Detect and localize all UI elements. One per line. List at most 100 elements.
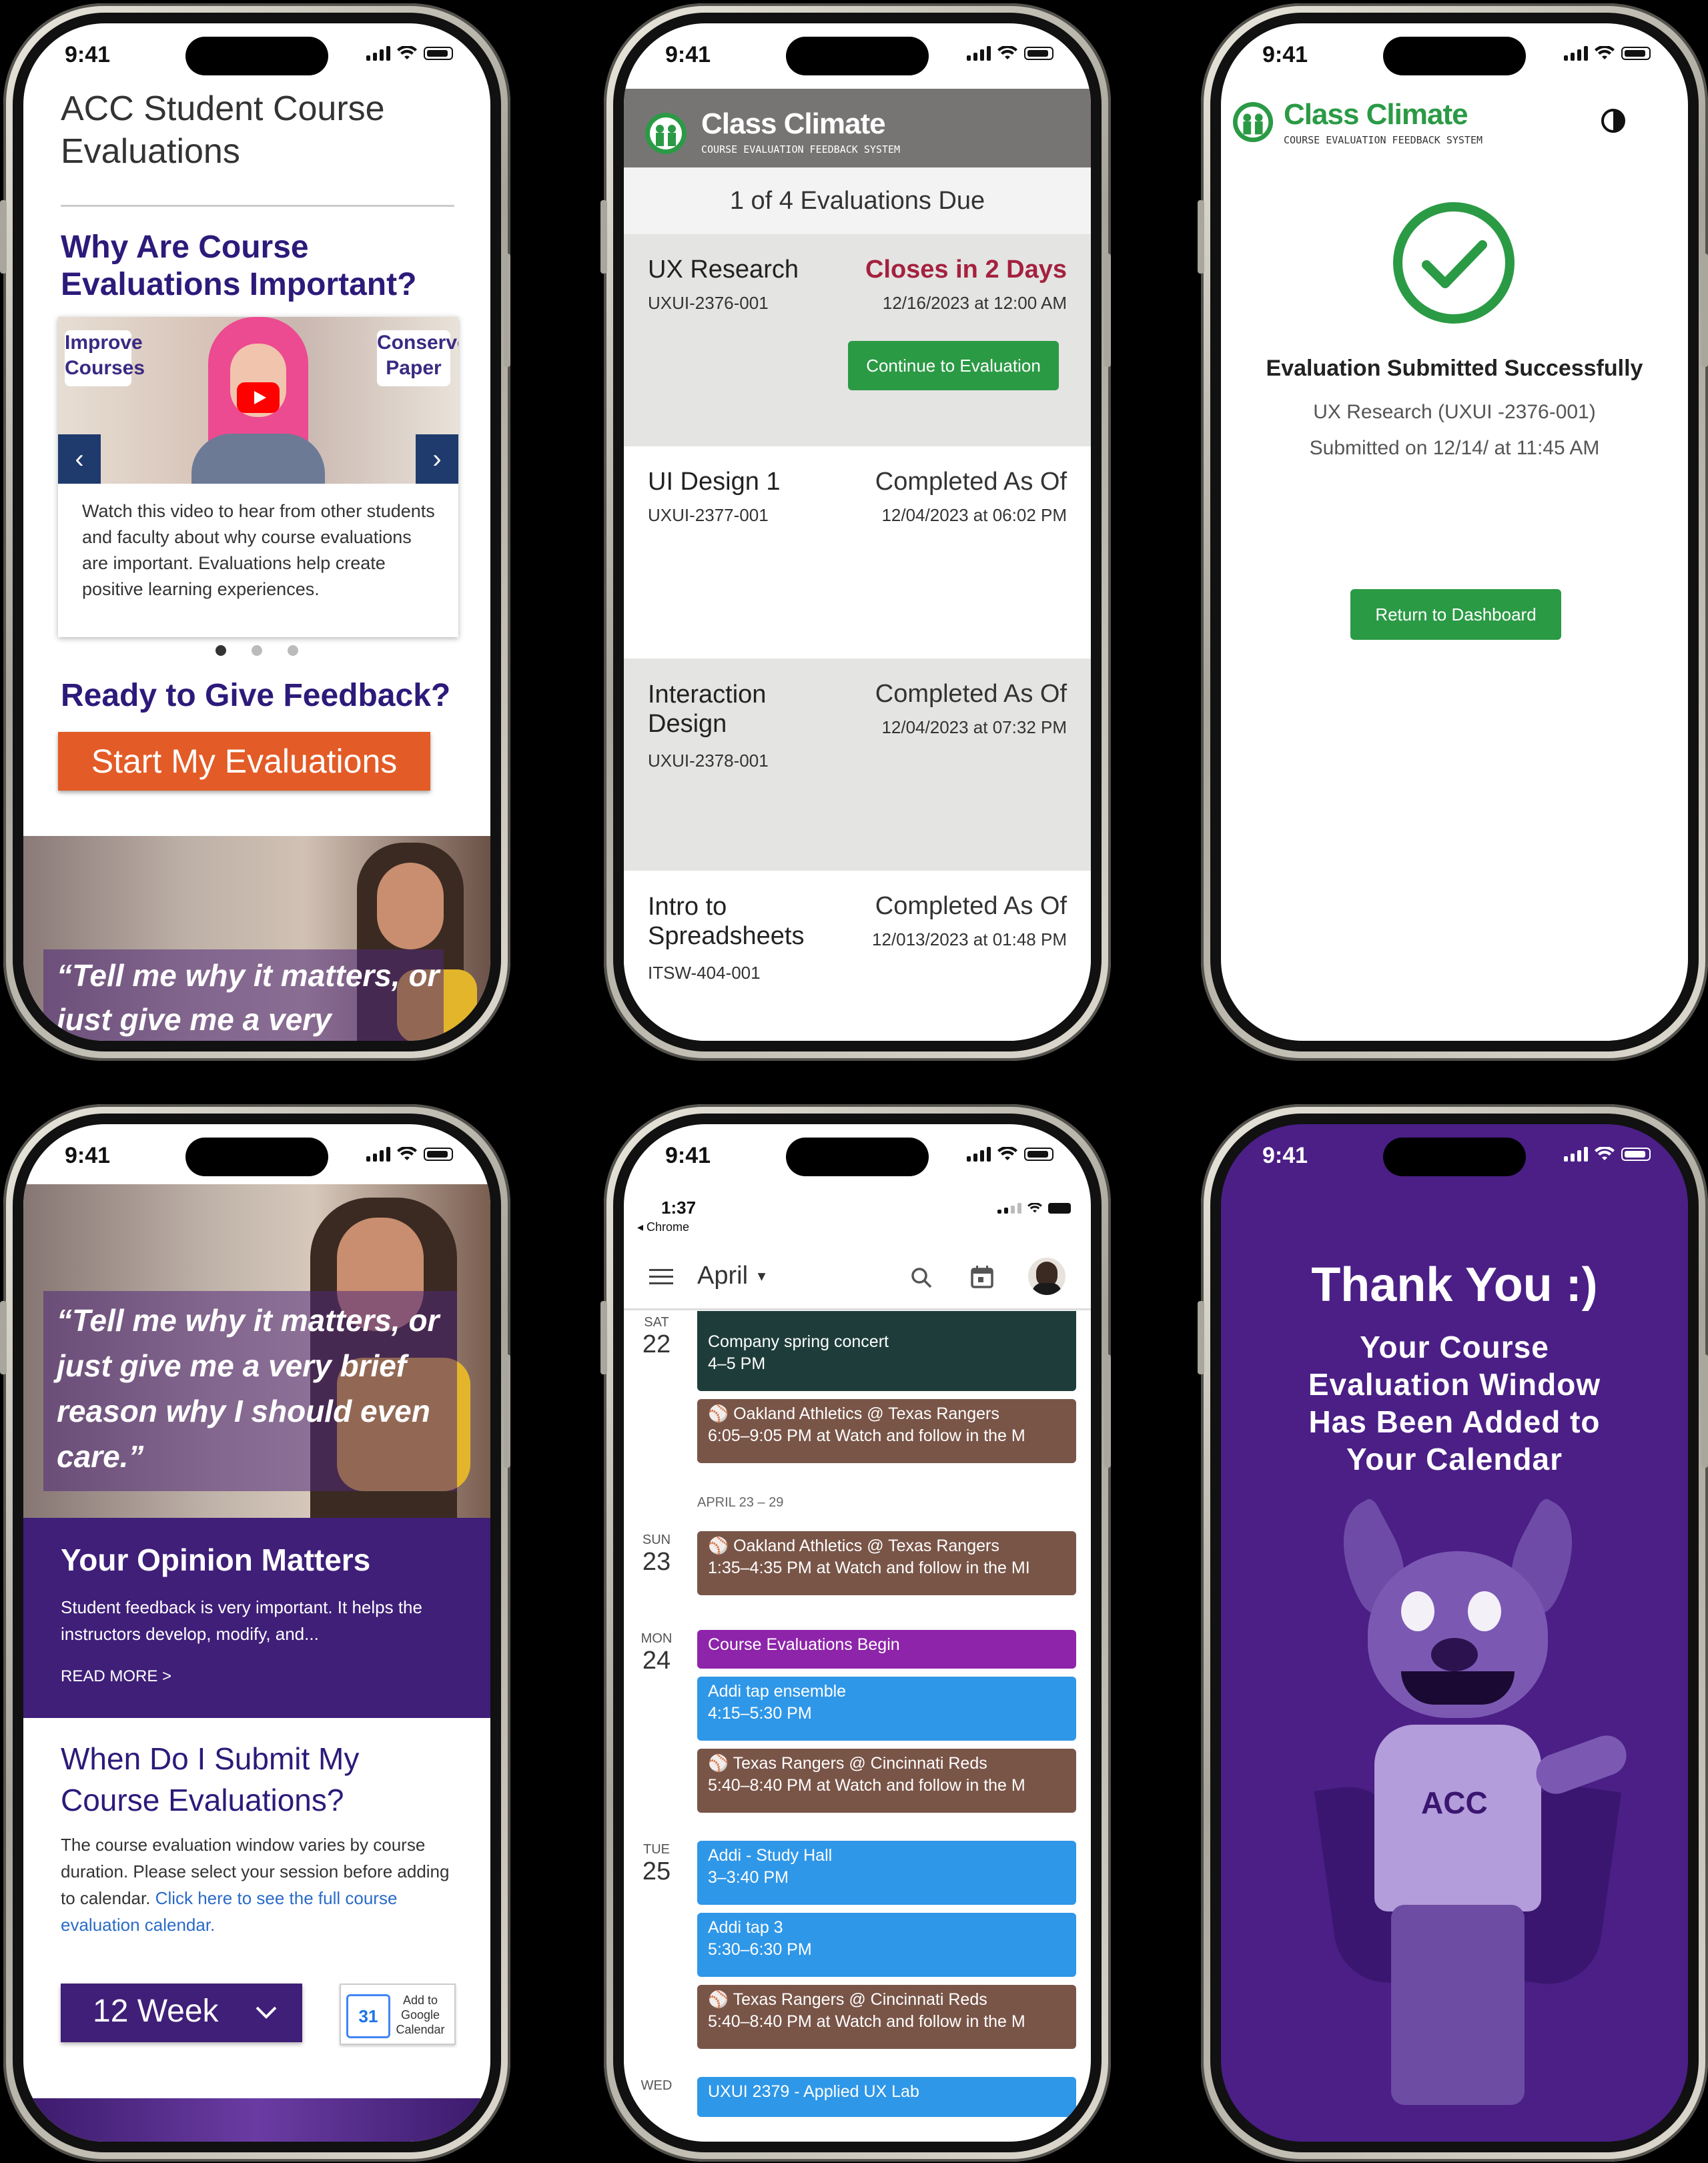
wifi-icon <box>997 1147 1017 1160</box>
event-time: 5:40–8:40 PM at Watch and follow in the … <box>708 2012 1025 2031</box>
video-thumbnail[interactable]: Improve Courses Conserve Paper ‹ › <box>58 317 458 484</box>
dynamic-island <box>185 1138 328 1176</box>
status-time: 9:41 <box>665 1143 711 1168</box>
hero-photo: “Tell me why it matters, or just give me… <box>23 1184 490 1518</box>
start-evaluations-button[interactable]: Start My Evaluations <box>58 732 430 791</box>
thank-you-subheading: Your Course Evaluation Window Has Been A… <box>1308 1330 1601 1476</box>
inner-status-icons <box>997 1202 1078 1215</box>
carousel-prev-button[interactable]: ‹ <box>58 434 101 484</box>
signal-icon <box>366 46 390 61</box>
mascot-shirt: ACC <box>1374 1725 1541 1911</box>
course-code: ITSW-404-001 <box>648 963 761 983</box>
phone-frame-5: 9:41 1:37 ◂ Chrome April ▼ SAT 22 Company… <box>604 1104 1111 2162</box>
calendar-event[interactable]: Addi - Study Hall 3–3:40 PM <box>697 1841 1076 1905</box>
battery-icon <box>1024 47 1053 60</box>
class-climate-logo-icon <box>645 113 687 154</box>
calendar-event[interactable]: ⚾ Oakland Athletics @ Texas Rangers 1:35… <box>697 1531 1076 1595</box>
logo-subtitle: COURSE EVALUATION FEEDBACK SYSTEM <box>1284 134 1483 146</box>
event-title-text: Texas Rangers @ Cincinnati Reds <box>733 1990 987 2009</box>
phone-frame-1: 9:41 ACC Student Course Evaluations Why … <box>3 3 510 1061</box>
wifi-icon <box>1595 46 1615 59</box>
screen-course-evaluations-home: 9:41 ACC Student Course Evaluations Why … <box>23 23 490 1041</box>
quote-text: “Tell me why it matters, or just give me… <box>57 1303 440 1474</box>
carousel-next-button[interactable]: › <box>416 434 458 484</box>
day-name: SUN <box>642 1533 671 1547</box>
calendar-event[interactable]: Company spring concert 4–5 PM <box>697 1311 1076 1391</box>
calendar-event[interactable]: ⚾ Oakland Athletics @ Texas Rangers 6:05… <box>697 1399 1076 1463</box>
event-time: 4:15–5:30 PM <box>708 1704 812 1723</box>
calendar-event[interactable]: Addi tap ensemble 4:15–5:30 PM <box>697 1677 1076 1741</box>
evaluation-row[interactable]: UI Design 1 UXUI-2377-001 Completed As O… <box>624 446 1091 659</box>
success-check-icon <box>1393 202 1515 324</box>
submitted-course: UX Research (UXUI -2376-001) <box>1313 401 1596 423</box>
calendar-event[interactable]: Course Evaluations Begin <box>697 1630 1076 1669</box>
submitted-date: Submitted on 12/14/ at 11:45 AM <box>1309 437 1600 459</box>
calendar-event[interactable]: UXUI 2379 - Applied UX Lab <box>697 2077 1076 2117</box>
day-number[interactable]: 23 <box>633 1548 680 1577</box>
carousel-dot-active[interactable] <box>216 645 226 656</box>
course-name: Interaction Design <box>648 681 767 738</box>
avatar[interactable] <box>1028 1258 1065 1295</box>
page-title: ACC Student Course Evaluations <box>61 89 385 171</box>
evaluation-row[interactable]: Intro to Spreadsheets ITSW-404-001 Compl… <box>624 871 1091 1041</box>
month-selector[interactable]: April ▼ <box>697 1262 768 1290</box>
class-climate-logo-icon <box>1232 101 1274 143</box>
student-face <box>377 863 444 949</box>
day-number[interactable]: 25 <box>633 1857 680 1886</box>
logo-subtitle: COURSE EVALUATION FEEDBACK SYSTEM <box>701 143 901 155</box>
event-title: Addi tap ensemble <box>708 1682 847 1701</box>
evaluation-row[interactable]: UX Research UXUI-2376-001 Closes in 2 Da… <box>624 234 1091 446</box>
carousel-dot[interactable] <box>252 645 262 656</box>
search-icon[interactable] <box>909 1266 933 1290</box>
mascot-image: ACC <box>1221 1496 1688 2142</box>
read-more-link[interactable]: READ MORE > <box>61 1667 171 1686</box>
status-time: 9:41 <box>65 1143 111 1168</box>
phone-frame-2: 9:41 Class Climate COURSE EVALUATION FEE… <box>604 3 1111 1061</box>
contrast-toggle-icon[interactable] <box>1600 107 1627 134</box>
success-heading: Evaluation Submitted Successfully <box>1266 356 1643 381</box>
calendar-event[interactable]: Addi tap 3 5:30–6:30 PM <box>697 1913 1076 1977</box>
side-button <box>0 1301 7 1374</box>
day-number[interactable]: 24 <box>633 1647 680 1675</box>
week-label: APRIL 23 – 29 <box>697 1495 784 1510</box>
opinion-heading: Your Opinion Matters <box>61 1543 371 1577</box>
continue-evaluation-button[interactable]: Continue to Evaluation <box>848 341 1059 390</box>
dynamic-island <box>1383 37 1526 75</box>
session-select[interactable]: 12 Week <box>61 1984 302 2042</box>
event-title: Addi tap 3 <box>708 1918 783 1937</box>
dynamic-island <box>1383 1138 1526 1176</box>
wifi-icon <box>397 1147 417 1160</box>
screen-evaluations-list: 9:41 Class Climate COURSE EVALUATION FEE… <box>624 23 1091 1041</box>
side-button <box>1198 200 1204 274</box>
wifi-icon <box>997 46 1017 59</box>
battery-icon <box>1621 1148 1651 1161</box>
dynamic-island <box>185 37 328 75</box>
calendar-event[interactable]: ⚾ Texas Rangers @ Cincinnati Reds 5:40–8… <box>697 1985 1076 2049</box>
wifi-icon <box>1595 1147 1615 1160</box>
calendar-today-icon[interactable] <box>969 1264 995 1290</box>
event-time: 5:40–8:40 PM at Watch and follow in the … <box>708 1776 1025 1795</box>
opinion-text: Student feedback is very important. It h… <box>61 1597 422 1644</box>
play-button-icon[interactable] <box>237 382 280 413</box>
signal-icon <box>967 1147 991 1162</box>
day-number[interactable]: 22 <box>633 1330 680 1359</box>
calendar-list: SAT 22 Company spring concert 4–5 PM ⚾ Oa… <box>624 1311 1091 2142</box>
return-to-dashboard-button[interactable]: Return to Dashboard <box>1350 589 1561 640</box>
add-to-google-calendar-button[interactable]: 31 Add to Google Calendar <box>340 1984 456 2045</box>
side-button <box>0 200 7 274</box>
calendar-event[interactable]: ⚾ Texas Rangers @ Cincinnati Reds 5:40–8… <box>697 1749 1076 1813</box>
event-time: 5:30–6:30 PM <box>708 1940 812 1959</box>
status-time: 9:41 <box>665 42 711 67</box>
badge-improve-courses: Improve Courses <box>65 330 145 386</box>
side-button <box>600 1301 607 1374</box>
course-name: UX Research <box>648 256 799 284</box>
back-to-chrome-link[interactable]: ◂ Chrome <box>637 1220 689 1234</box>
opinion-panel: Your Opinion Matters Student feedback is… <box>23 1518 490 1718</box>
video-caption: Watch this video to hear from other stud… <box>82 501 435 599</box>
evaluation-row[interactable]: Interaction Design UXUI-2378-001 Complet… <box>624 659 1091 871</box>
menu-icon[interactable] <box>648 1267 675 1287</box>
day-label: TUE 25 <box>633 1842 680 1886</box>
event-title: ⚾ Texas Rangers @ Cincinnati Reds <box>708 1753 1065 1775</box>
day-label: SUN 23 <box>633 1533 680 1577</box>
carousel-dot[interactable] <box>288 645 298 656</box>
